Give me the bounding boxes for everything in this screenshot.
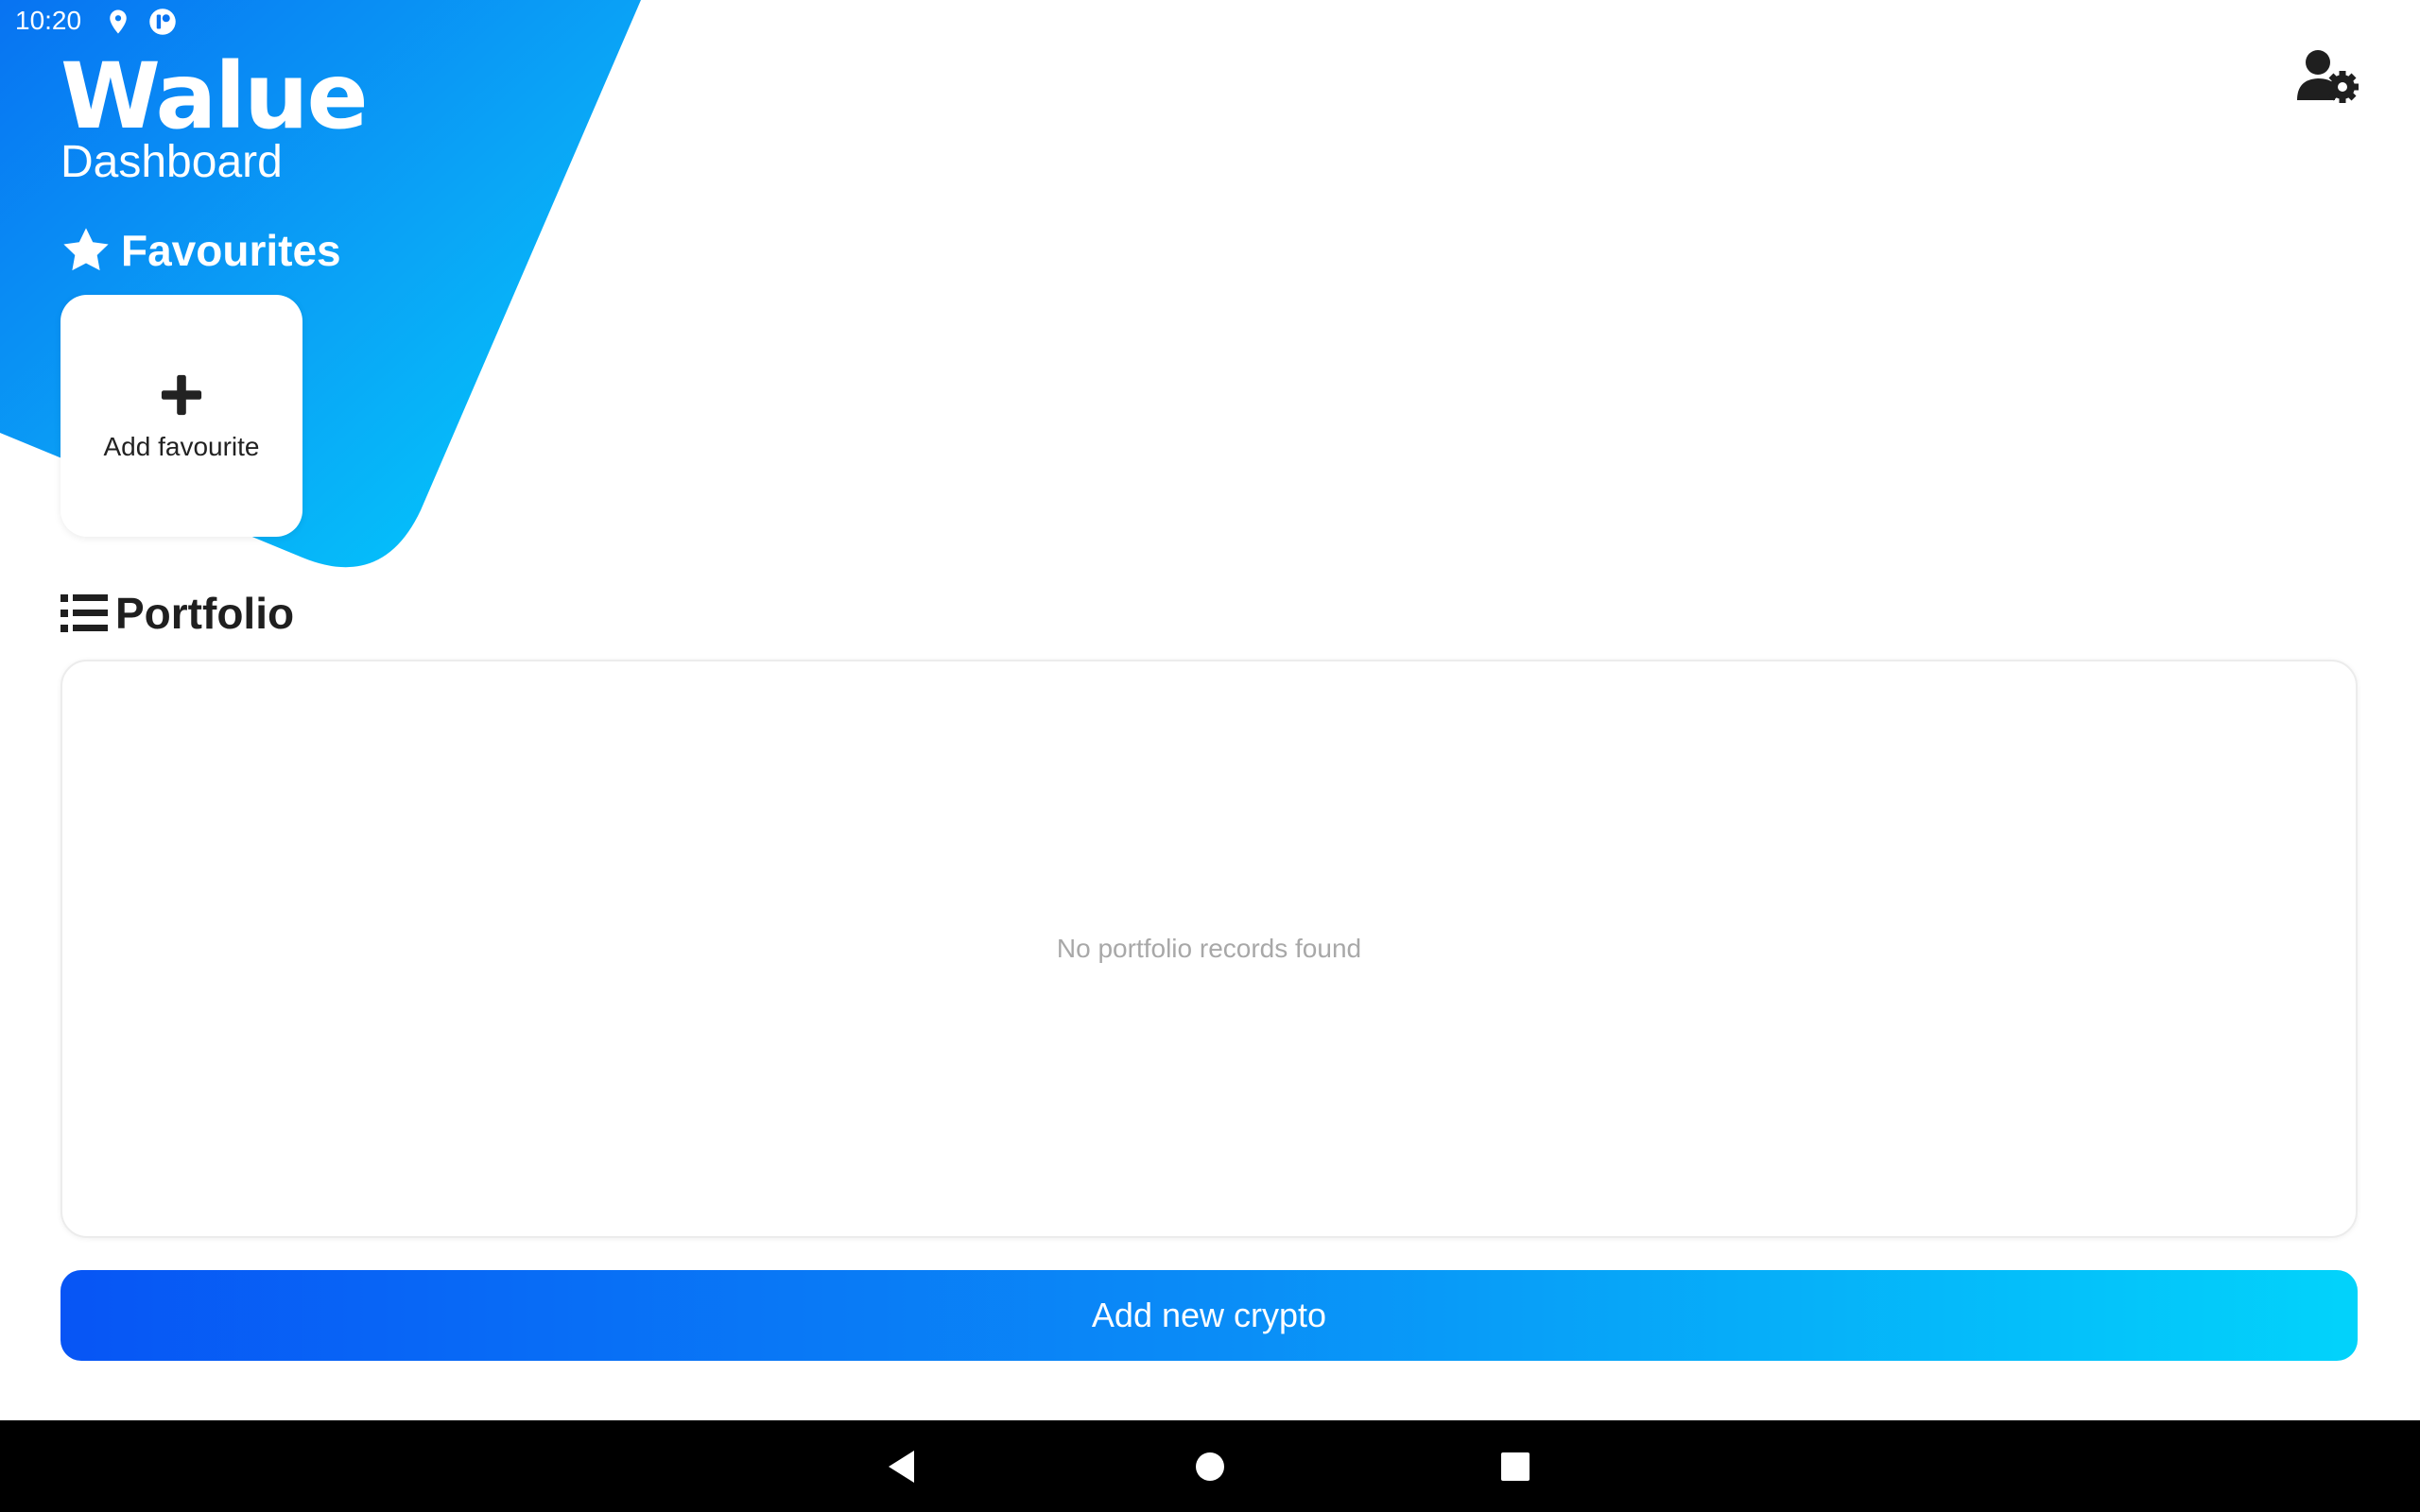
star-icon [63, 228, 109, 271]
back-icon[interactable] [877, 1441, 928, 1492]
brand-header: Walue Dashboard [60, 43, 369, 187]
notification-icon [149, 9, 176, 35]
portfolio-heading: Portfolio [60, 588, 294, 639]
recents-icon[interactable] [1490, 1441, 1541, 1492]
list-icon [60, 594, 108, 632]
location-icon [110, 9, 127, 34]
app-title: Walue [60, 43, 369, 149]
add-favourite-label: Add favourite [103, 432, 260, 461]
portfolio-heading-label: Portfolio [115, 589, 295, 638]
home-icon[interactable] [1184, 1441, 1236, 1492]
user-settings-icon[interactable] [2295, 47, 2361, 106]
add-favourite-button[interactable]: Add favourite [60, 295, 302, 537]
navigation-bar [0, 1420, 2420, 1512]
favourites-heading: Favourites [60, 225, 341, 276]
empty-state-message: No portfolio records found [1056, 934, 1362, 963]
add-new-crypto-button[interactable]: Add new crypto [60, 1270, 2358, 1361]
favourites-heading-label: Favourites [121, 226, 341, 275]
plus-icon [161, 374, 202, 416]
dashboard-screen: 10:20 Walue Dashboard Favourites Add fav… [0, 0, 2420, 1512]
status-time: 10:20 [15, 6, 82, 35]
portfolio-list: No portfolio records found [60, 660, 2358, 1238]
